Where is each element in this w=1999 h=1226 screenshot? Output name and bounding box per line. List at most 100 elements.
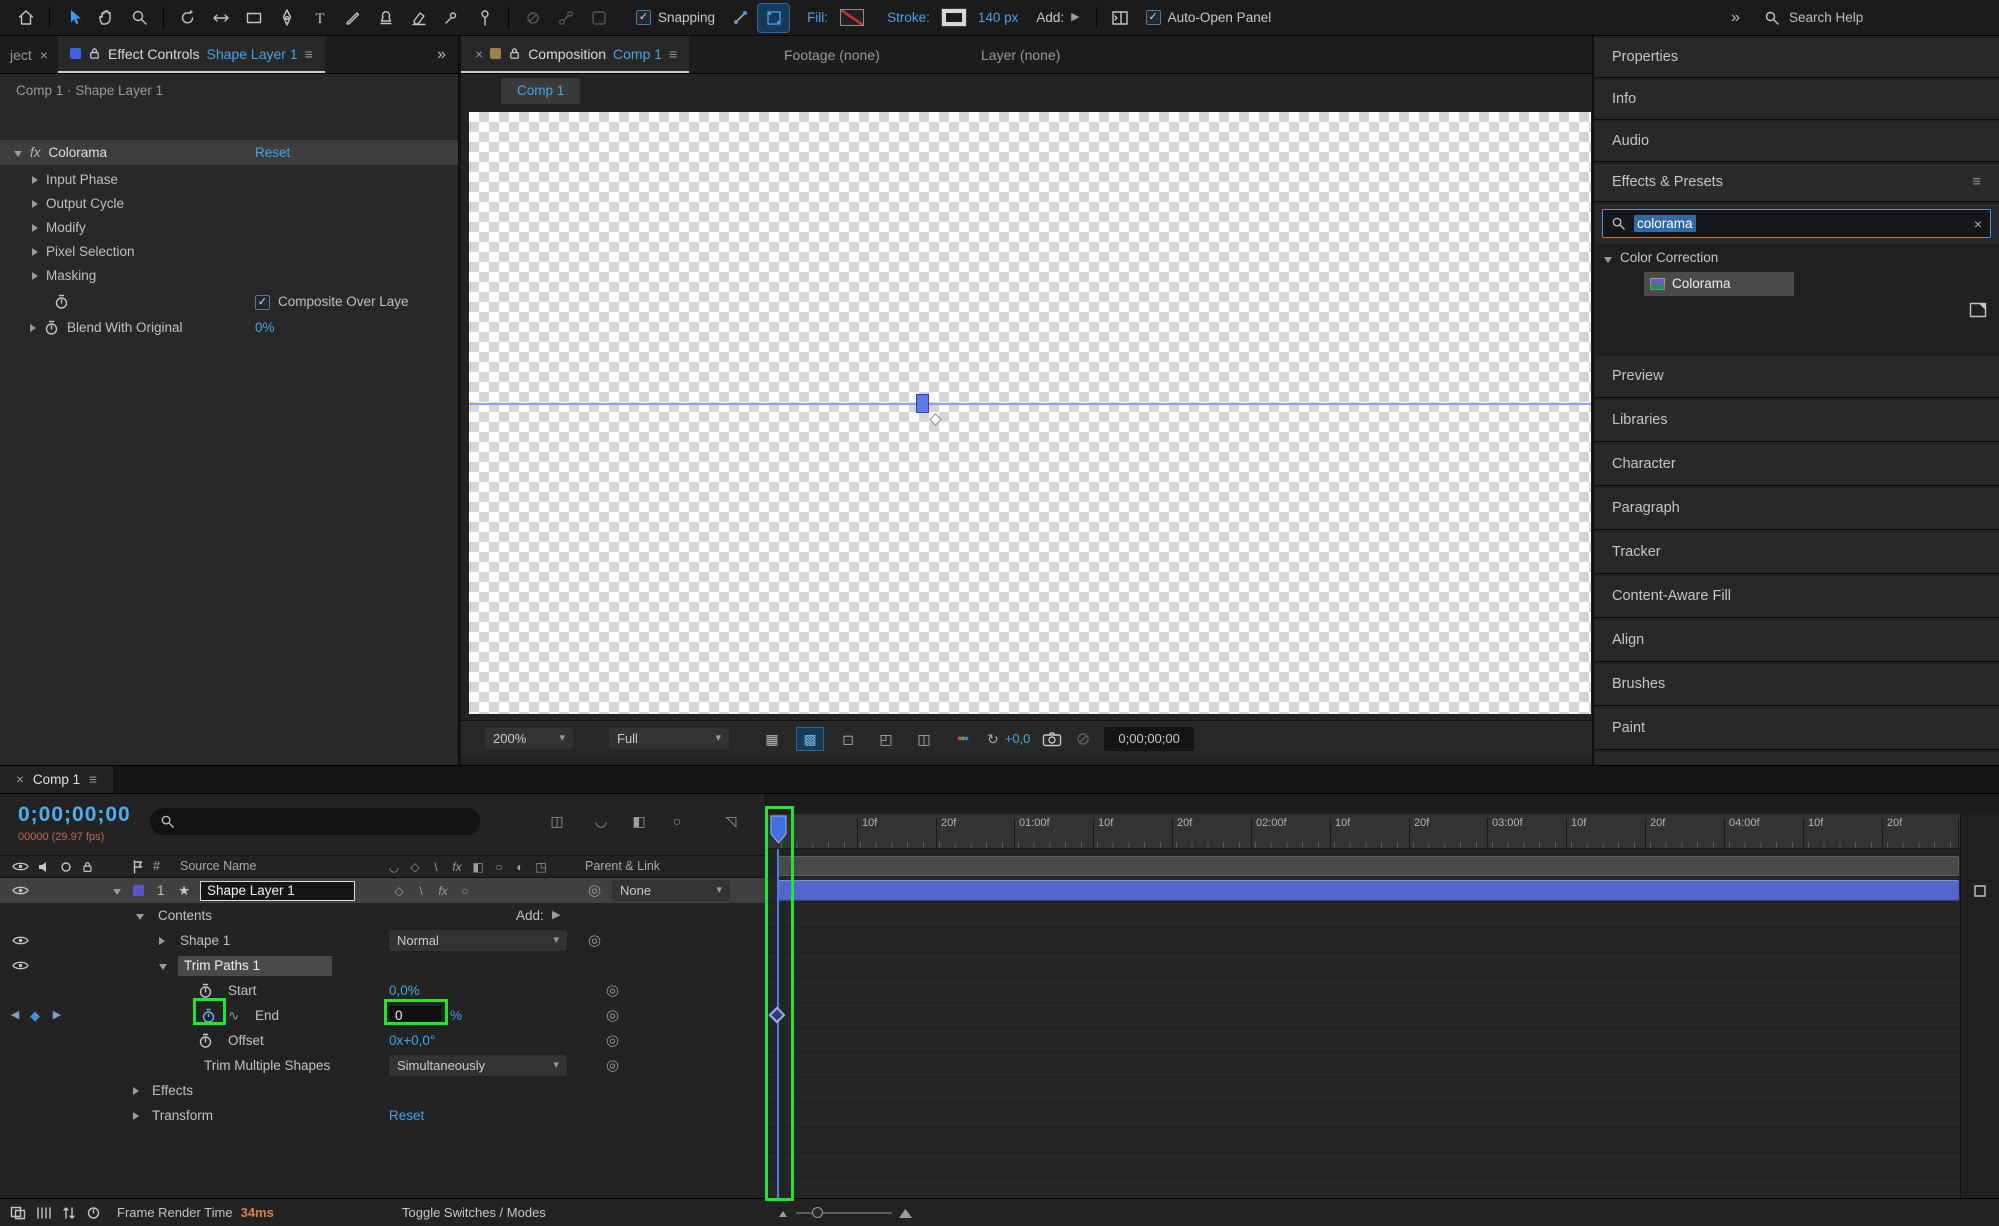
- twirl-right-icon[interactable]: [30, 324, 36, 332]
- effect-group-output-cycle[interactable]: Output Cycle: [0, 192, 458, 216]
- viewer-timecode[interactable]: 0;00;00;00: [1104, 726, 1194, 751]
- help-search[interactable]: Search Help: [1764, 10, 1989, 26]
- show-snapshot-icon[interactable]: [1074, 731, 1092, 747]
- snapping-toggle[interactable]: ✓ Snapping: [636, 10, 715, 25]
- motion-blur-switch-icon[interactable]: ○: [456, 885, 474, 897]
- tab-effect-controls[interactable]: Effect Controls Shape Layer 1 ≡: [57, 36, 325, 73]
- composition-flowchart-icon[interactable]: ◫: [911, 728, 937, 750]
- trim-multiple-shapes-dropdown[interactable]: Simultaneously ▾: [389, 1055, 567, 1076]
- time-ruler[interactable]: 10f 20f 01:00f 10f 20f 02:00f 10f 20f 03…: [765, 814, 1960, 849]
- transform-group-row[interactable]: Transform Reset: [0, 1103, 765, 1128]
- 3d-switch-icon[interactable]: ◳: [532, 861, 550, 873]
- exposure-value[interactable]: +0,0: [1005, 732, 1031, 745]
- pickwhip-icon[interactable]: ◎: [606, 1058, 619, 1073]
- panel-menu-icon[interactable]: ≡: [89, 773, 97, 787]
- layer-duration-bar[interactable]: [778, 880, 1959, 901]
- panel-tab-paint[interactable]: Paint: [1594, 708, 1999, 750]
- hide-shy-layers-icon[interactable]: ◡: [592, 814, 610, 828]
- layer-color-chip[interactable]: [133, 885, 144, 896]
- twirl-right-icon[interactable]: [32, 176, 38, 184]
- auto-open-panel-toggle[interactable]: ✓ Auto-Open Panel: [1145, 10, 1271, 25]
- transparency-grid-icon[interactable]: ▩: [796, 726, 824, 751]
- motion-blur-enable-icon[interactable]: ○: [668, 814, 686, 828]
- effect-group-pixel-selection[interactable]: Pixel Selection: [0, 240, 458, 264]
- stopwatch-icon[interactable]: [54, 294, 69, 310]
- stroke-control[interactable]: Stroke: 140 px: [887, 8, 1018, 27]
- toggle-switches-modes-button[interactable]: Toggle Switches / Modes: [402, 1206, 546, 1219]
- panel-tab-preview[interactable]: Preview: [1594, 356, 1999, 398]
- collapse-switch-icon[interactable]: ◇: [390, 885, 408, 897]
- category-color-correction[interactable]: Color Correction: [1604, 244, 1718, 272]
- previous-keyframe-icon[interactable]: ◀: [6, 1010, 24, 1021]
- composition-viewer[interactable]: [469, 112, 1591, 714]
- pickwhip-icon[interactable]: ◎: [606, 983, 619, 998]
- visibility-eye-icon[interactable]: [12, 960, 29, 971]
- tab-layer[interactable]: Layer (none): [981, 48, 1060, 62]
- end-value-field[interactable]: 0: [389, 1005, 441, 1026]
- twirl-right-icon[interactable]: [32, 272, 38, 280]
- layer-name-field[interactable]: Shape Layer 1: [200, 880, 355, 901]
- pickwhip-icon[interactable]: ◎: [588, 933, 601, 948]
- trim-end-row[interactable]: ◀ ◆ ▶ ∿ End 0 % ◎: [0, 1003, 765, 1028]
- close-icon[interactable]: ×: [16, 773, 24, 787]
- twirl-right-icon[interactable]: [32, 224, 38, 232]
- next-keyframe-icon[interactable]: ▶: [48, 1010, 66, 1021]
- type-tool[interactable]: T: [304, 4, 335, 32]
- auto-open-checkbox[interactable]: ✓: [1145, 10, 1161, 25]
- clear-search-icon[interactable]: ×: [1974, 217, 1982, 231]
- effect-row-colorama[interactable]: fx Colorama Reset: [0, 140, 458, 165]
- hand-tool[interactable]: [91, 4, 122, 32]
- trim-multiple-shapes-row[interactable]: Trim Multiple Shapes Simultaneously ▾ ◎: [0, 1053, 765, 1078]
- lock-icon[interactable]: [88, 46, 101, 61]
- fill-control[interactable]: Fill:: [807, 9, 869, 26]
- playhead[interactable]: [770, 815, 787, 844]
- twirl-down-icon[interactable]: [113, 889, 121, 895]
- blend-mode-dropdown[interactable]: Normal ▾: [389, 930, 567, 951]
- timeline-tab-comp1[interactable]: × Comp 1 ≡: [0, 766, 114, 793]
- close-icon[interactable]: ×: [40, 48, 48, 62]
- effects-group-row[interactable]: Effects: [0, 1078, 765, 1103]
- render-time-icon[interactable]: [86, 1206, 101, 1220]
- snapshot-camera-icon[interactable]: [1042, 731, 1062, 747]
- graph-editor-icon[interactable]: ◹: [722, 814, 740, 828]
- shape-selection-handle[interactable]: [916, 394, 929, 413]
- timeline-navigator[interactable]: [765, 794, 1999, 814]
- lock-icon[interactable]: [508, 46, 521, 61]
- clone-stamp-tool[interactable]: [370, 4, 401, 32]
- audio-column-icon[interactable]: [38, 861, 51, 873]
- effect-group-masking[interactable]: Masking: [0, 264, 458, 288]
- effects-presets-search-input[interactable]: colorama ×: [1602, 209, 1991, 238]
- source-name-column[interactable]: Source Name: [180, 860, 256, 873]
- brush-tool[interactable]: [337, 4, 368, 32]
- fill-swatch[interactable]: [840, 9, 865, 26]
- resolution-dropdown[interactable]: Full ▾: [609, 728, 729, 749]
- panel-menu-icon[interactable]: ≡: [1973, 175, 1981, 190]
- current-timecode[interactable]: 0;00;00;00: [18, 804, 131, 825]
- trim-paths-row[interactable]: Trim Paths 1: [0, 953, 765, 978]
- panel-tab-audio[interactable]: Audio: [1594, 122, 1999, 162]
- solo-column-icon[interactable]: [60, 861, 72, 873]
- twirl-down-icon[interactable]: [14, 151, 22, 157]
- close-icon[interactable]: ×: [475, 47, 483, 61]
- effects-switch-icon[interactable]: fx: [448, 861, 466, 873]
- panel-tab-paragraph[interactable]: Paragraph: [1594, 488, 1999, 530]
- quality-switch-icon[interactable]: \: [427, 861, 445, 873]
- exposure-control[interactable]: ↻ +0,0: [987, 732, 1030, 746]
- zoom-out-mountain-icon[interactable]: [778, 1208, 788, 1218]
- panel-tab-content-aware-fill[interactable]: Content-Aware Fill: [1594, 576, 1999, 618]
- home-icon[interactable]: [10, 4, 41, 32]
- expand-layer-switches-icon[interactable]: [10, 1206, 26, 1220]
- start-value[interactable]: 0,0%: [389, 984, 420, 998]
- panel-tab-effects-presets[interactable]: Effects & Presets ≡: [1594, 164, 1999, 202]
- stopwatch-icon[interactable]: [44, 320, 59, 336]
- tab-composition[interactable]: × Composition Comp 1 ≡: [461, 36, 690, 73]
- twirl-down-icon[interactable]: [136, 914, 144, 920]
- add-keyframe-icon[interactable]: ◆: [26, 1009, 44, 1022]
- comp-marker-icon[interactable]: [1973, 884, 1987, 898]
- orbit-camera-tool[interactable]: [172, 4, 203, 32]
- work-area-bar[interactable]: [778, 856, 1959, 876]
- eye-column-icon[interactable]: [12, 861, 29, 872]
- transform-reset-button[interactable]: Reset: [389, 1109, 424, 1123]
- snap-bounds-icon[interactable]: [757, 2, 791, 33]
- add-shape-control[interactable]: Add: ▶: [1036, 11, 1079, 25]
